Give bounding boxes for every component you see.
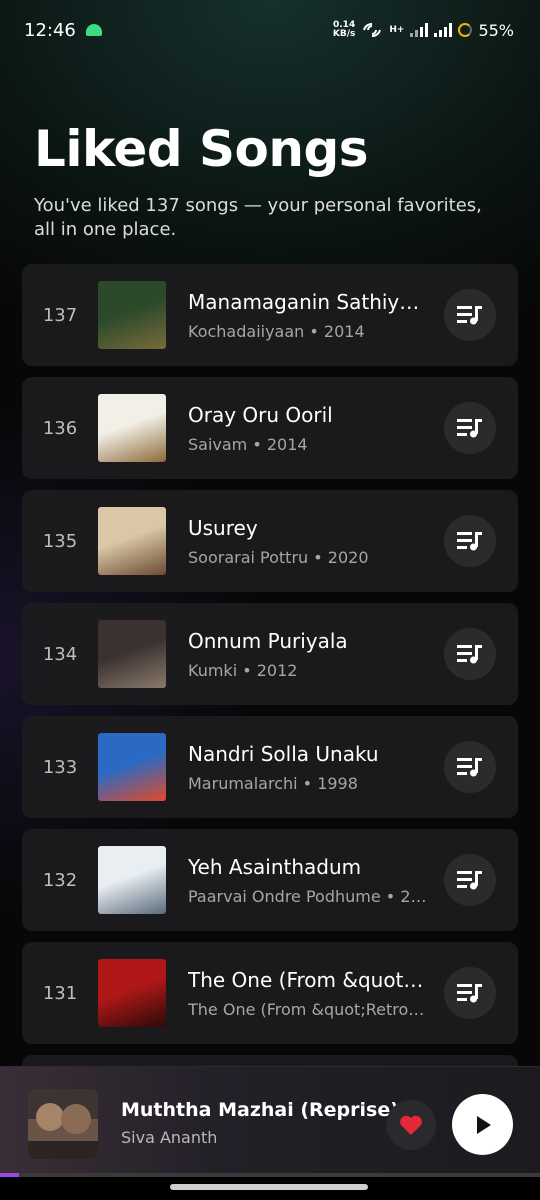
network-type: H+ <box>389 25 405 35</box>
song-album: Kumki <box>188 660 238 680</box>
album-art <box>98 846 166 914</box>
meta-separator: • <box>308 547 328 567</box>
song-title: Yeh Asainthadum <box>188 854 362 879</box>
page-subtitle: You've liked 137 songs — your personal f… <box>34 195 482 240</box>
song-title: Usurey <box>188 515 258 540</box>
song-row[interactable]: 137 Manamaganin Sathiyam Kochadaiiyaan •… <box>22 264 518 366</box>
page-title: Liked Songs <box>34 120 369 178</box>
album-art <box>98 733 166 801</box>
song-row[interactable]: 133 Nandri Solla Unaku Marumalarchi • 19… <box>22 716 518 818</box>
song-row[interactable]: 132 Yeh Asainthadum Paarvai Ondre Podhum… <box>22 829 518 931</box>
play-button[interactable] <box>452 1094 513 1155</box>
song-list: 137 Manamaganin Sathiyam Kochadaiiyaan •… <box>22 264 518 1075</box>
add-to-queue-button[interactable] <box>444 402 496 454</box>
song-meta: Marumalarchi • 1998 <box>188 774 428 793</box>
playlist-play-icon <box>457 871 482 890</box>
song-row[interactable]: 136 Oray Oru Ooril Saivam • 2014 <box>22 377 518 479</box>
song-title: Manamaganin Sathiyam <box>188 289 428 314</box>
song-meta: Soorarai Pottru • 2020 <box>188 548 428 567</box>
signal-2-icon <box>434 23 453 37</box>
song-row[interactable]: 134 Onnum Puriyala Kumki • 2012 <box>22 603 518 705</box>
song-number: 134 <box>42 643 78 665</box>
now-playing-artist: Siva Ananth <box>121 1128 218 1147</box>
playlist-play-icon <box>457 758 482 777</box>
mini-player[interactable]: Muththa Mazhai (Reprise) Siva Ananth <box>0 1066 540 1177</box>
song-album: Paarvai Ondre Podhume <box>188 886 381 906</box>
album-art <box>98 394 166 462</box>
album-art <box>98 281 166 349</box>
song-album: Marumalarchi <box>188 773 298 793</box>
meta-separator: • <box>297 773 318 793</box>
song-meta: Kochadaiiyaan • 2014 <box>188 322 428 341</box>
song-number: 137 <box>42 304 78 326</box>
signal-1-icon <box>410 23 429 37</box>
song-year: 2014 <box>266 434 308 454</box>
song-number: 136 <box>42 417 78 439</box>
net-speed: 0.14 KB/s <box>332 20 356 39</box>
song-year: 2012 <box>256 660 298 680</box>
song-row[interactable]: 131 The One (From &quot;... The One (Fro… <box>22 942 518 1044</box>
system-nav-bar <box>0 1177 540 1200</box>
now-playing-title: Muththa Mazhai (Reprise) <box>121 1099 399 1121</box>
playlist-play-icon <box>457 645 482 664</box>
song-meta: Kumki • 2012 <box>188 661 428 680</box>
song-meta: Paarvai Ondre Podhume • 2001 <box>188 887 428 906</box>
playlist-play-icon <box>457 984 482 1003</box>
song-meta: The One (From &quot;Retro&... • <box>188 1000 428 1019</box>
song-title: Nandri Solla Unaku <box>188 741 379 766</box>
meta-separator: • <box>247 434 267 454</box>
add-to-queue-button[interactable] <box>444 967 496 1019</box>
song-number: 131 <box>42 982 78 1004</box>
heart-icon <box>400 1115 422 1135</box>
status-time: 12:46 <box>24 19 76 41</box>
playlist-play-icon <box>457 532 482 551</box>
meta-separator: • <box>380 886 401 906</box>
song-number: 135 <box>42 530 78 552</box>
song-album: Kochadaiiyaan <box>188 321 305 341</box>
play-icon <box>476 1115 491 1134</box>
add-to-queue-button[interactable] <box>444 289 496 341</box>
add-to-queue-button[interactable] <box>444 628 496 680</box>
song-year: 1998 <box>317 773 358 793</box>
album-art <box>98 507 166 575</box>
add-to-queue-button[interactable] <box>444 515 496 567</box>
like-button[interactable] <box>386 1100 436 1150</box>
battery-icon <box>458 23 473 37</box>
album-art <box>98 959 166 1027</box>
song-year: 2014 <box>323 321 365 341</box>
song-meta: Saivam • 2014 <box>188 435 428 454</box>
add-to-queue-button[interactable] <box>444 854 496 906</box>
playlist-play-icon <box>457 306 482 325</box>
song-title: Oray Oru Ooril <box>188 402 333 427</box>
song-number: 132 <box>42 869 78 891</box>
song-album: Saivam <box>188 434 248 454</box>
hotspot-icon <box>363 23 382 37</box>
song-row[interactable]: 135 Usurey Soorarai Pottru • 2020 <box>22 490 518 592</box>
meta-separator: • <box>237 660 257 680</box>
song-title: The One (From &quot;... <box>188 967 428 992</box>
battery-level: 55% <box>478 20 514 40</box>
song-year: 2020 <box>327 547 369 567</box>
android-notification-icon <box>85 24 102 36</box>
album-art <box>98 620 166 688</box>
song-year: 2001 <box>400 886 428 906</box>
song-album: Soorarai Pottru <box>188 547 309 567</box>
song-title: Onnum Puriyala <box>188 628 348 653</box>
home-gesture-handle[interactable] <box>170 1184 368 1190</box>
meta-separator: • <box>304 321 324 341</box>
now-playing-art <box>28 1089 98 1159</box>
playlist-play-icon <box>457 419 482 438</box>
song-album: The One (From &quot;Retro&... <box>188 999 428 1019</box>
status-bar: 12:46 0.14 KB/s H+ 55% <box>0 0 540 60</box>
add-to-queue-button[interactable] <box>444 741 496 793</box>
song-number: 133 <box>42 756 78 778</box>
